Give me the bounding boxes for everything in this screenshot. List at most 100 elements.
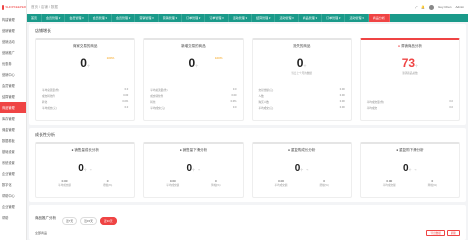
card-title: ● 滞销商品分析 [397, 44, 422, 48]
nav-tab[interactable]: 商品管理 ▾ [299, 14, 323, 22]
nav-tab[interactable]: 活动管理 ▾ [345, 14, 369, 22]
sidebar-item[interactable]: 系统设置 [0, 157, 26, 168]
card-value: 0个 ⌁ [402, 163, 417, 174]
sidebar-item-label: 佣金管理 [2, 128, 15, 132]
nav-tab[interactable]: 订单管理 ▾ [205, 14, 229, 22]
sidebar-item-label: 库存管理 [2, 117, 15, 121]
sidebar-item-label: 优惠券 [2, 62, 12, 66]
user-name[interactable]: Guy Chen [438, 5, 452, 9]
period-tab[interactable]: 近7天 [62, 217, 78, 225]
nav-tab[interactable]: 会员管理 ▾ [42, 14, 66, 22]
nav-tab[interactable]: 首页 [27, 14, 43, 22]
sidebar-item-label: 结算管理 [2, 95, 15, 99]
sidebar-item[interactable]: 营销中心 [0, 69, 26, 80]
sidebar-item[interactable]: 会员管理 [0, 80, 26, 91]
sidebar-item-label: 构建管理 [2, 18, 15, 22]
sidebar-item[interactable]: 营销推广 [0, 47, 26, 58]
sidebar: SHOPKEEPER 构建管理营销管理营销活动营销推广优惠券营销中心会员管理结算… [0, 0, 27, 240]
section-title: 店铺增长 [35, 28, 51, 33]
trend-card: ● 销售量下滑分析 0个 ⌁ 0.00 平均成交额 0 降幅(%) [143, 142, 244, 198]
trend-icon: ⌁ [197, 167, 201, 172]
card-value: 0个 [80, 56, 90, 70]
sidebar-item[interactable]: 数据看板 [0, 135, 26, 146]
main-content: 店铺增长 商家交易的商品 0个 100% 平均总流量(件) 0.0 成交转化件 0.00 转化… [29, 24, 466, 240]
nav-tab[interactable]: 商品分析 [368, 14, 390, 22]
nav-tab[interactable]: 订单管理 ▾ [322, 14, 346, 22]
period-tab[interactable]: 近30天 [99, 217, 117, 225]
stat-card: 流失的商品 0个 当日上个月的数据 交易金额(元) 0.00 人数 0.00 购买人数 0.00… [251, 38, 352, 121]
top-nav: 首页 会员管理 ▾ 会员管理 ▾ 会员管理 ▾ 会员管理 ▾ 营销管理 ▾ 营销管理 ▾ 订单… [27, 14, 468, 22]
nav-tab[interactable]: 会员管理 ▾ [65, 14, 89, 22]
nav-tab[interactable]: 活动管理 ▾ [229, 14, 253, 22]
sidebar-item-label: 数字化 [2, 183, 12, 187]
nav-tab[interactable]: 会员管理 ▾ [89, 14, 113, 22]
card-note: 滞销商品总数 [402, 72, 418, 75]
topbar: 首页 / 店铺 / 数据 ⤢ 🔔 Guy Chen Admin [27, 0, 468, 14]
logo[interactable]: SHOPKEEPER [0, 0, 26, 14]
nav-tab[interactable]: 活动管理 ▾ [275, 14, 299, 22]
sidebar-item[interactable]: 帮助中心 [0, 190, 26, 201]
avatar[interactable] [428, 4, 434, 10]
card-title: ● 销售量成长分析 [71, 148, 99, 152]
card-value: 0个 [296, 56, 307, 70]
fullscreen-icon[interactable]: ⤢ [415, 5, 417, 9]
sidebar-item-label: 基础设置 [2, 150, 15, 154]
sidebar-item[interactable]: 构建管理 [0, 14, 26, 25]
card-value: 0个 ⌁ [186, 163, 201, 174]
sidebar-item-label: 营销中心 [2, 73, 15, 77]
card-title: ● 重复购成长分析 [287, 148, 316, 152]
sidebar-item[interactable]: 优惠券 [0, 58, 26, 69]
trend-card: ● 重复购下滑分析 0个 ⌁ 0.00 平均成交额 0 降幅(%) [359, 142, 460, 198]
card-value: 73个 [401, 56, 419, 70]
period-tab[interactable]: 近15天 [80, 217, 97, 225]
sidebar-item[interactable]: 企业管理 [0, 168, 26, 179]
card-title: 新增交易的商品 [181, 44, 206, 48]
sidebar-item-label: 数据看板 [2, 139, 15, 143]
bell-icon[interactable]: 🔔 [421, 5, 425, 9]
trend-icon: ⌁ [306, 167, 309, 172]
sidebar-item-label: 企业管理 [2, 205, 15, 209]
card-value: 0个 ⌁ [294, 163, 309, 174]
trend-card: ● 重复购成长分析 0个 ⌁ 0.00 平均成交额 0 增幅(%) [251, 142, 352, 198]
sidebar-item[interactable]: 帮助 [0, 212, 26, 223]
promo-section: 商品推广分析 近7天 近15天 近30天 全部商品 导出数据 刷新 [29, 205, 466, 240]
nav-tab[interactable]: 会员管理 ▾ [112, 14, 136, 22]
section-title: 商品推广分析 [35, 215, 56, 220]
sidebar-item[interactable]: 基础设置 [0, 146, 26, 157]
sidebar-item[interactable]: 库存管理 [0, 113, 26, 124]
sidebar-item[interactable]: 企业管理 [0, 201, 26, 212]
nav-tab[interactable]: 结算管理 ▾ [252, 14, 276, 22]
sidebar-item-label: 帮助 [2, 216, 9, 220]
growth-section: 店铺增长 商家交易的商品 0个 100% 平均总流量(件) 0.0 成交转化件 0.00 转化… [29, 24, 466, 125]
sidebar-item[interactable]: 结算管理 [0, 91, 26, 102]
sidebar-item[interactable]: 数字化 [0, 179, 26, 190]
sidebar-item-label: 帮助中心 [2, 194, 15, 198]
sidebar-item-label: 企业管理 [2, 172, 15, 176]
sidebar-item[interactable]: 商品管理 [0, 102, 26, 113]
breadcrumb: 首页 / 店铺 / 数据 [31, 4, 58, 9]
stat-card: ● 滞销商品分析 73个 滞销商品总数 平均成交量(件) 0.0 平均成交 0.0 [359, 38, 460, 121]
nav-tab[interactable]: 营销管理 ▾ [159, 14, 183, 22]
sidebar-item[interactable]: 佣金管理 [0, 124, 26, 135]
row-label: 全部商品 [35, 231, 48, 235]
sidebar-item-label: 会员管理 [2, 84, 15, 88]
card-title: 流失的商品 [292, 44, 311, 48]
card-title: ● 销售量下滑分析 [179, 148, 208, 152]
logo-icon [2, 4, 5, 10]
sidebar-item-label: 营销推广 [2, 51, 15, 55]
stat-card: 新增交易的商品 0个 100% 平均总流量(件) 0.0 成交转化件 0.00 转化 0.0% 平… [143, 38, 244, 121]
admin-label[interactable]: Admin [455, 5, 464, 9]
nav-tab[interactable]: 营销管理 ▾ [135, 14, 159, 22]
export-button[interactable]: 导出数据 [426, 230, 445, 236]
sidebar-item[interactable]: 营销活动 [0, 36, 26, 47]
card-value: 0个 [188, 56, 199, 70]
logo-text: SHOPKEEPER [5, 4, 26, 9]
nav-tab[interactable]: 订单管理 ▾ [182, 14, 206, 22]
sidebar-item[interactable]: 营销管理 [0, 25, 26, 36]
card-value: 0个 ⌁ [78, 163, 93, 174]
card-title: 商家交易的商品 [72, 44, 98, 48]
card-row: 平均成交 0.0 [366, 106, 453, 110]
sidebar-item-label: 营销活动 [2, 40, 15, 44]
refresh-button[interactable]: 刷新 [446, 230, 460, 236]
card-badge: 100% [106, 56, 115, 60]
